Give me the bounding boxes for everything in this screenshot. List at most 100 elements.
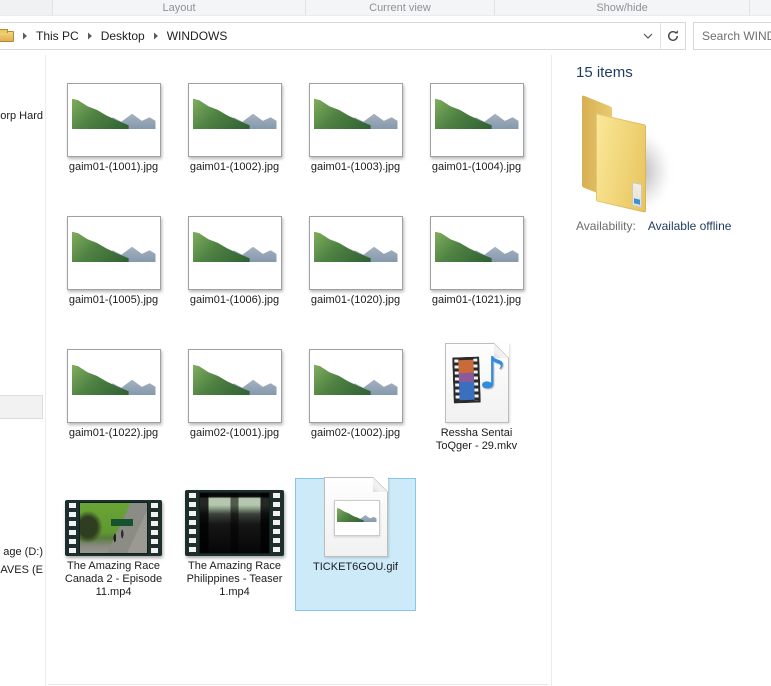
navigation-pane: orp Hard age (D:) SAVES (E bbox=[0, 55, 46, 686]
search-input[interactable] bbox=[694, 23, 771, 49]
file-item[interactable]: gaim01-(1001).jpg bbox=[53, 79, 174, 212]
content-area: orp Hard age (D:) SAVES (E gaim01-(1001)… bbox=[0, 55, 771, 686]
file-item[interactable]: gaim01-(1021).jpg bbox=[416, 212, 537, 345]
video-thumbnail bbox=[185, 490, 284, 556]
scrollbar-edge bbox=[48, 684, 548, 685]
file-grid: gaim01-(1001).jpg gaim01-(1002).jpg gaim… bbox=[53, 79, 537, 611]
file-name: gaim01-(1004).jpg bbox=[431, 161, 522, 173]
file-name: Ressha Sentai ToQger - 29.mkv bbox=[435, 427, 518, 452]
file-icon bbox=[66, 212, 161, 290]
video-frame bbox=[199, 492, 270, 554]
file-name: gaim01-(1021).jpg bbox=[431, 294, 522, 306]
landscape-image bbox=[435, 88, 519, 152]
file-item[interactable]: gaim01-(1006).jpg bbox=[174, 212, 295, 345]
file-item[interactable]: The Amazing Race Canada 2 - Episode 11.m… bbox=[53, 478, 174, 611]
photo-thumbnail bbox=[429, 216, 524, 290]
file-name: TICKET6GOU.gif bbox=[313, 561, 398, 573]
file-item[interactable]: gaim01-(1020).jpg bbox=[295, 212, 416, 345]
sidebar-graybox[interactable] bbox=[0, 395, 43, 419]
address-bar[interactable]: This PC Desktop WINDOWS bbox=[0, 22, 686, 50]
file-icon bbox=[66, 345, 161, 423]
folder-icon bbox=[0, 28, 14, 42]
address-dropdown-button[interactable] bbox=[636, 23, 660, 49]
photo-thumbnail bbox=[308, 83, 403, 157]
photo-thumbnail bbox=[187, 83, 282, 157]
landscape-image bbox=[72, 354, 156, 418]
file-name: gaim02-(1002).jpg bbox=[310, 427, 401, 439]
photo-thumbnail bbox=[187, 349, 282, 423]
availability-value[interactable]: Available offline bbox=[648, 219, 732, 233]
landscape-image bbox=[193, 88, 277, 152]
photo-thumbnail bbox=[308, 216, 403, 290]
file-icon bbox=[429, 212, 524, 290]
landscape-image bbox=[193, 354, 277, 418]
chevron-down-icon bbox=[643, 33, 653, 39]
availability-label: Availability: bbox=[576, 219, 636, 233]
search-box[interactable] bbox=[693, 22, 771, 50]
file-icon bbox=[308, 345, 403, 423]
sidebar-item-drive-d[interactable]: age (D:) bbox=[3, 546, 43, 558]
ribbon-group-layout: Layout bbox=[53, 0, 306, 15]
file-name: gaim02-(1001).jpg bbox=[189, 427, 280, 439]
ribbon-group-label: Layout bbox=[162, 1, 196, 14]
file-name: gaim01-(1022).jpg bbox=[68, 427, 159, 439]
file-item[interactable]: gaim01-(1004).jpg bbox=[416, 79, 537, 212]
filmstrip-holes bbox=[67, 503, 78, 553]
file-icon bbox=[308, 79, 403, 157]
file-name: gaim01-(1002).jpg bbox=[189, 161, 280, 173]
item-count: 15 items bbox=[576, 64, 633, 81]
file-icon bbox=[66, 79, 161, 157]
file-list-area: gaim01-(1001).jpg gaim01-(1002).jpg gaim… bbox=[47, 55, 550, 686]
ribbon-group-current-view: Current view bbox=[306, 0, 495, 15]
file-item[interactable]: The Amazing Race Philippines - Teaser 1.… bbox=[174, 478, 295, 611]
landscape-image bbox=[314, 88, 398, 152]
file-name: gaim01-(1003).jpg bbox=[310, 161, 401, 173]
landscape-image bbox=[435, 221, 519, 285]
ribbon-group-edge bbox=[0, 0, 53, 15]
filmstrip-holes bbox=[149, 503, 160, 553]
file-item[interactable]: TICKET6GOU.gif bbox=[295, 477, 416, 611]
breadcrumb-arrow-icon[interactable] bbox=[22, 32, 28, 40]
file-icon bbox=[187, 345, 282, 423]
sidebar-item-drive[interactable]: orp Hard bbox=[0, 110, 43, 122]
page-fold bbox=[372, 477, 388, 492]
photo-thumbnail bbox=[308, 349, 403, 423]
file-item[interactable]: gaim02-(1002).jpg bbox=[295, 345, 416, 478]
file-item[interactable]: gaim01-(1005).jpg bbox=[53, 212, 174, 345]
file-icon bbox=[308, 212, 403, 290]
file-icon bbox=[187, 79, 282, 157]
photo-thumbnail bbox=[66, 216, 161, 290]
file-item[interactable]: ♪ Ressha Sentai ToQger - 29.mkv bbox=[416, 343, 537, 478]
photo-thumbnail bbox=[66, 83, 161, 157]
availability-row: Availability: Available offline bbox=[576, 219, 731, 233]
ribbon-group-label: Show/hide bbox=[596, 1, 648, 14]
breadcrumb-arrow-icon[interactable] bbox=[153, 32, 159, 40]
filmstrip-holes bbox=[187, 493, 198, 553]
file-item[interactable]: gaim02-(1001).jpg bbox=[174, 345, 295, 478]
file-icon bbox=[429, 79, 524, 157]
ribbon-group-show-hide: Show/hide bbox=[495, 0, 750, 15]
file-icon bbox=[185, 478, 284, 556]
file-item[interactable]: gaim01-(1022).jpg bbox=[53, 345, 174, 478]
photo-thumbnail bbox=[66, 349, 161, 423]
file-icon: ♪ bbox=[444, 343, 509, 423]
file-name: The Amazing Race Canada 2 - Episode 11.m… bbox=[64, 560, 163, 598]
photo-thumbnail bbox=[187, 216, 282, 290]
breadcrumb-windows[interactable]: WINDOWS bbox=[167, 29, 228, 43]
refresh-button[interactable] bbox=[661, 23, 685, 49]
file-item[interactable]: gaim01-(1003).jpg bbox=[295, 79, 416, 212]
sidebar-item-drive-e[interactable]: SAVES (E bbox=[0, 564, 43, 576]
landscape-image bbox=[72, 221, 156, 285]
file-icon bbox=[187, 212, 282, 290]
file-icon bbox=[65, 478, 162, 556]
breadcrumb-desktop[interactable]: Desktop bbox=[101, 29, 145, 43]
landscape-image bbox=[337, 503, 377, 533]
landscape-image bbox=[314, 221, 398, 285]
file-item[interactable]: gaim01-(1002).jpg bbox=[174, 79, 295, 212]
ribbon-strip: Layout Current view Show/hide bbox=[0, 0, 771, 16]
breadcrumb-this-pc[interactable]: This PC bbox=[36, 29, 79, 43]
landscape-image bbox=[193, 221, 277, 285]
file-name: The Amazing Race Philippines - Teaser 1.… bbox=[186, 560, 283, 598]
breadcrumb-arrow-icon[interactable] bbox=[87, 32, 93, 40]
ribbon-group-label: Current view bbox=[369, 1, 431, 14]
